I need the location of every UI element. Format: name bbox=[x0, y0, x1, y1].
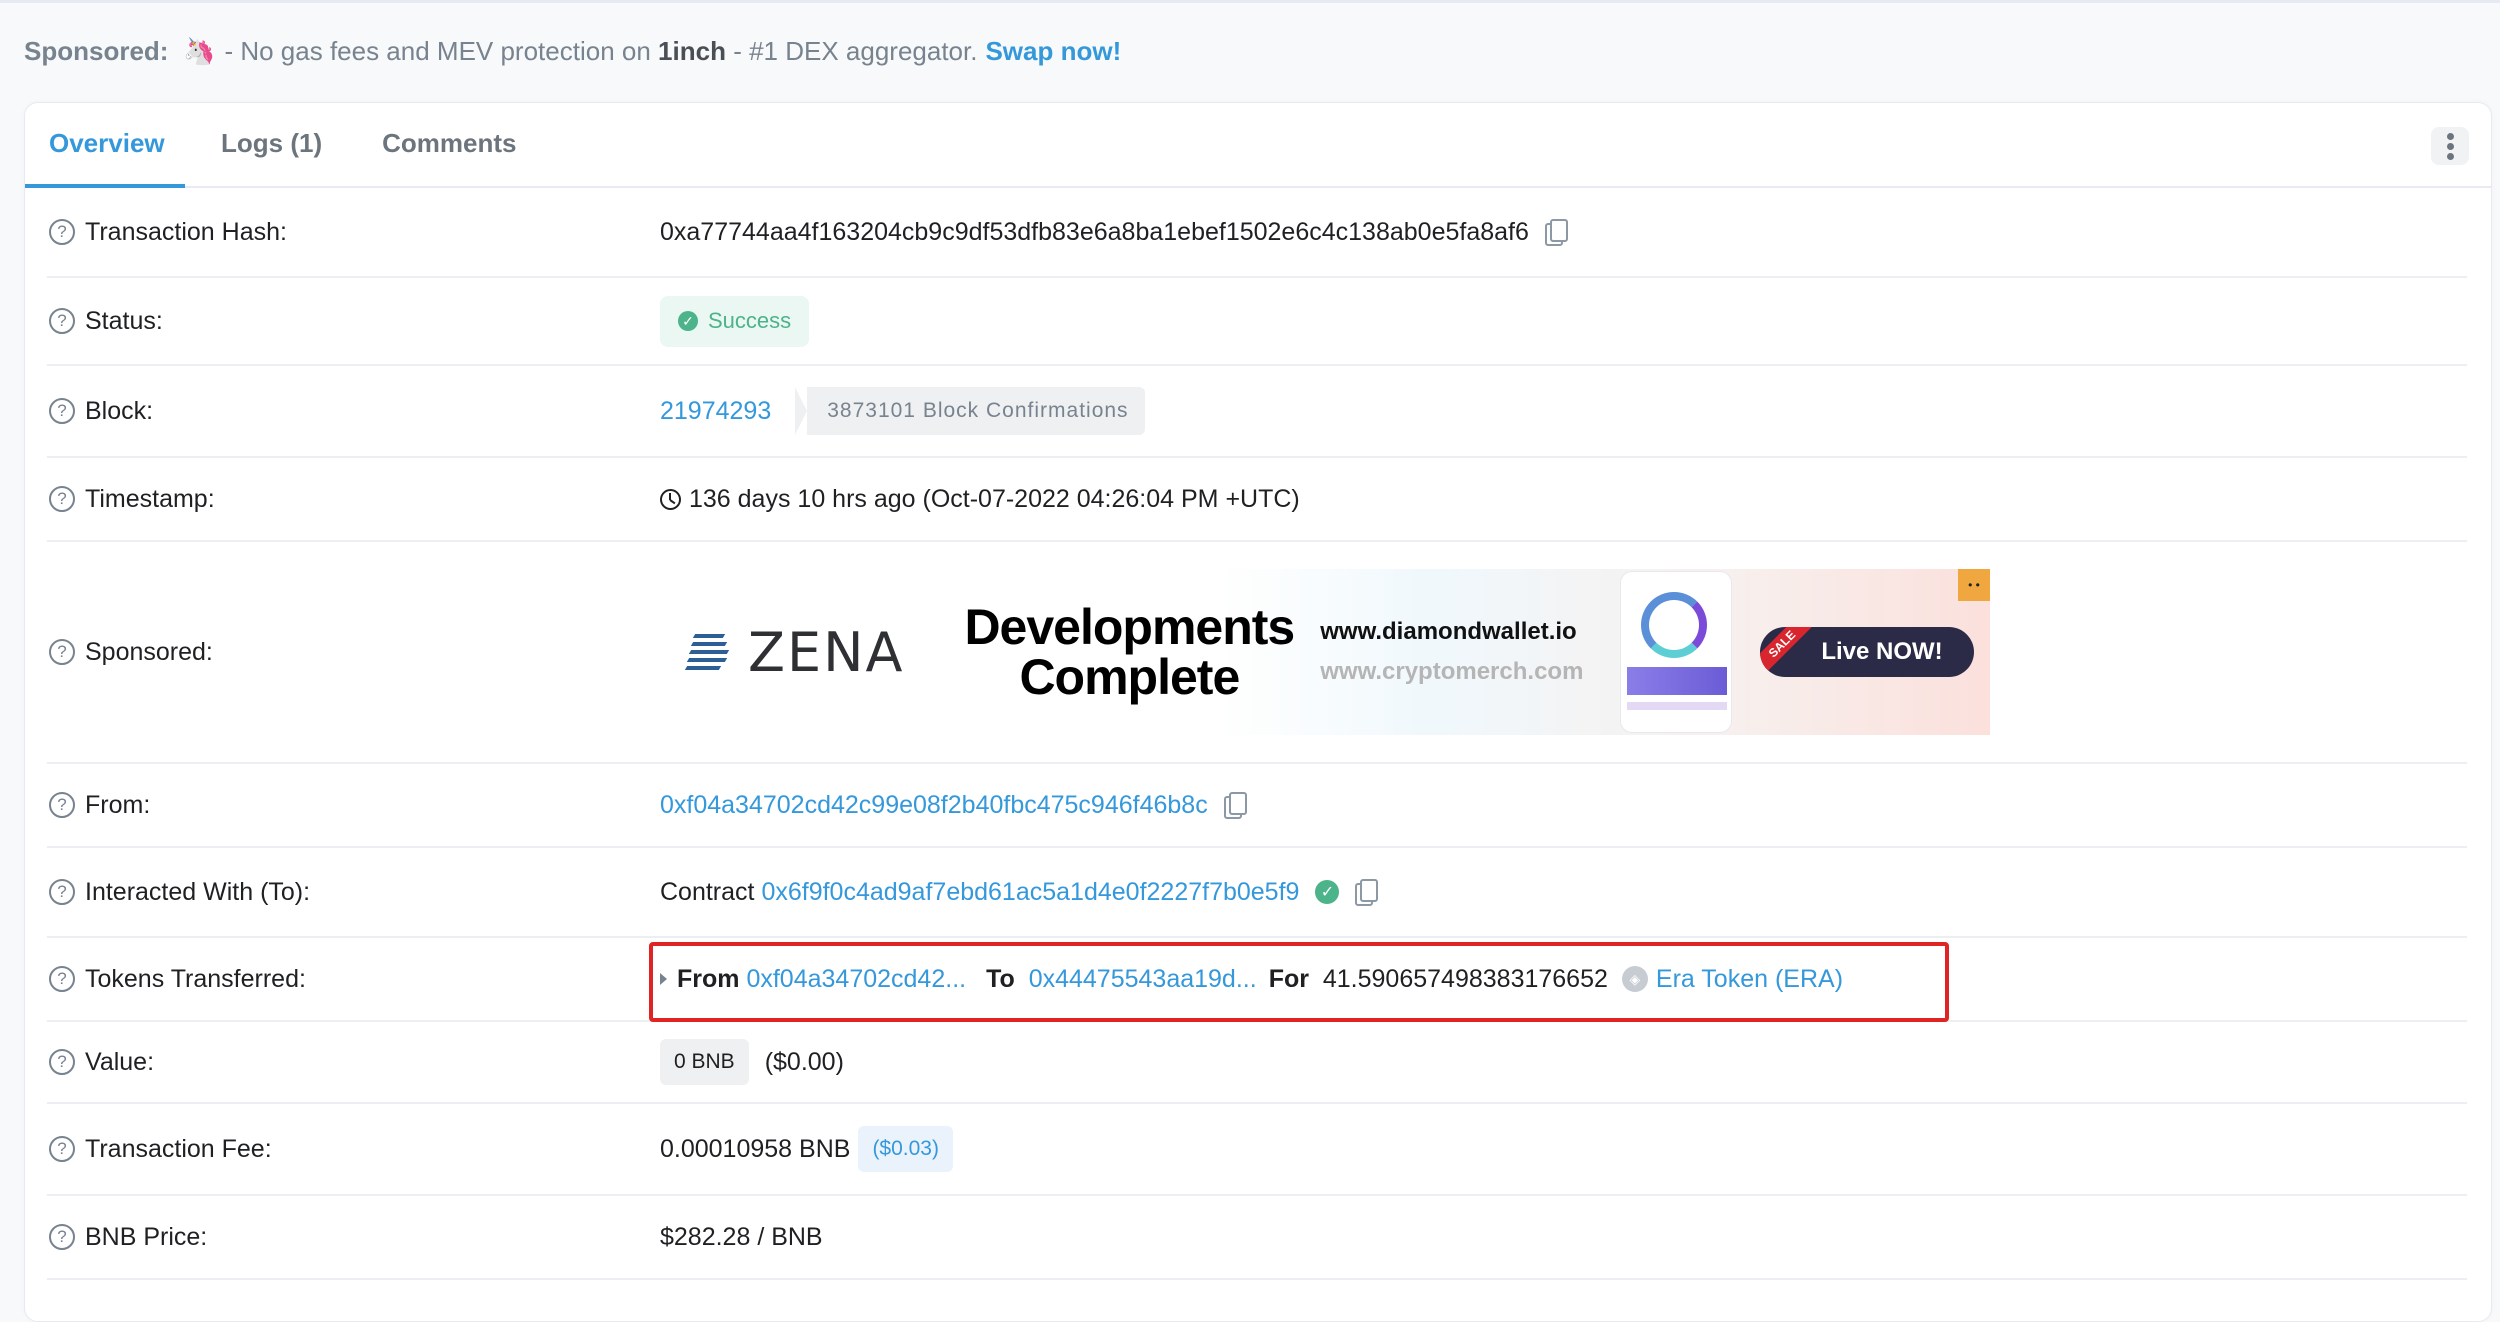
top-divider bbox=[0, 0, 2500, 3]
unicorn-icon: 🦄 bbox=[183, 35, 216, 66]
timestamp-value: 136 days 10 hrs ago (Oct-07-2022 04:26:0… bbox=[689, 484, 1300, 513]
sponsored-text-post: - #1 DEX aggregator. bbox=[733, 35, 978, 66]
label-text: Status: bbox=[85, 306, 163, 335]
verified-check-icon: ✓ bbox=[1315, 880, 1340, 904]
owl-icon: • • bbox=[1958, 569, 1990, 601]
help-icon[interactable]: ? bbox=[49, 879, 75, 905]
help-icon[interactable]: ? bbox=[49, 398, 75, 424]
label-text: Sponsored: bbox=[85, 637, 213, 666]
label-text: Transaction Fee: bbox=[85, 1134, 272, 1163]
clock-icon bbox=[660, 488, 681, 510]
contract-prefix: Contract bbox=[660, 877, 755, 906]
row-tokens-transferred: ? Tokens Transferred: From 0xf04a34702cd4… bbox=[47, 938, 2467, 1022]
help-icon[interactable]: ? bbox=[49, 219, 75, 245]
help-icon[interactable]: ? bbox=[49, 1224, 75, 1250]
sponsored-brand: 1inch bbox=[658, 35, 726, 66]
block-number-link[interactable]: 21974293 bbox=[660, 397, 771, 426]
zena-mark-icon bbox=[684, 632, 740, 672]
tab-overview[interactable]: Overview bbox=[25, 101, 185, 188]
swap-now-link[interactable]: Swap now! bbox=[985, 36, 1121, 67]
fee-amount: 0.00010958 BNB bbox=[660, 1134, 851, 1163]
label-text: BNB Price: bbox=[85, 1222, 208, 1251]
sale-tag: SALE bbox=[1760, 627, 1813, 675]
ad-live-now-button[interactable]: SALE Live NOW! bbox=[1760, 627, 1974, 677]
tab-bar: Overview Logs (1) Comments bbox=[25, 103, 2491, 188]
ad-url-cryptomerch: www.cryptomerch.com bbox=[1320, 658, 1584, 685]
ellipsis-dot bbox=[2446, 142, 2454, 150]
bnb-price-value: $282.28 / BNB bbox=[660, 1222, 823, 1251]
block-confirmations-badge: 3873101 Block Confirmations bbox=[795, 387, 1145, 435]
ellipsis-dot bbox=[2446, 152, 2454, 160]
sponsored-label: Sponsored: bbox=[24, 35, 169, 66]
tab-logs[interactable]: Logs (1) bbox=[185, 101, 346, 186]
help-icon[interactable]: ? bbox=[49, 792, 75, 818]
transaction-card: Overview Logs (1) Comments ? Transaction … bbox=[24, 102, 2492, 1322]
sponsored-banner: Sponsored: 🦄 - No gas fees and MEV prote… bbox=[24, 33, 1121, 69]
more-options-button[interactable] bbox=[2431, 127, 2469, 165]
ad-headline-line2: Complete bbox=[1019, 649, 1240, 705]
contract-address-link[interactable]: 0x6f9f0c4ad9af7ebd61ac5a1d4e0f2227f7b0e5… bbox=[761, 878, 1299, 907]
row-block: ? Block: 21974293 3873101 Block Confirmat… bbox=[47, 366, 2467, 458]
ad-headline-line1: Developments bbox=[964, 599, 1295, 655]
help-icon[interactable]: ? bbox=[49, 1136, 75, 1162]
status-badge: ✓ Success bbox=[660, 295, 810, 347]
row-bnb-price: ? BNB Price: $282.28 / BNB bbox=[47, 1196, 2467, 1280]
row-transaction-fee: ? Transaction Fee: 0.00010958 BNB ($0.03) bbox=[47, 1104, 2467, 1196]
zena-logo: ZENA bbox=[684, 620, 905, 684]
row-from: ? From: 0xf04a34702cd42c99e08f2b40fbc475c… bbox=[47, 764, 2467, 848]
status-text: Success bbox=[708, 308, 792, 333]
label-text: Value: bbox=[85, 1047, 155, 1076]
label-text: Tokens Transferred: bbox=[85, 964, 306, 993]
transaction-hash-value: 0xa77744aa4f163204cb9c9df53dfb83e6a8ba1e… bbox=[660, 217, 1529, 246]
row-value: ? Value: 0 BNB ($0.00) bbox=[47, 1022, 2467, 1104]
copy-icon[interactable] bbox=[1544, 219, 1568, 246]
ad-url-diamondwallet: www.diamondwallet.io bbox=[1320, 618, 1577, 645]
copy-icon[interactable] bbox=[1355, 879, 1379, 906]
sponsored-text-pre: - No gas fees and MEV protection on bbox=[224, 35, 651, 66]
from-address-link[interactable]: 0xf04a34702cd42c99e08f2b40fbc475c946f46b… bbox=[660, 791, 1208, 820]
row-interacted-with: ? Interacted With (To): Contract 0x6f9f0c… bbox=[47, 848, 2467, 938]
fee-usd-badge: ($0.03) bbox=[858, 1126, 953, 1172]
help-icon[interactable]: ? bbox=[49, 639, 75, 665]
sponsored-ad-banner[interactable]: ZENA Developments Complete www.diamondwa… bbox=[660, 569, 1990, 735]
phone-mockup-image bbox=[1620, 571, 1732, 733]
row-status: ? Status: ✓ Success bbox=[47, 278, 2467, 366]
zena-brand: ZENA bbox=[748, 620, 905, 684]
row-timestamp: ? Timestamp: 136 days 10 hrs ago (Oct-07-… bbox=[47, 458, 2467, 542]
ad-cta-text: Live NOW! bbox=[1821, 638, 1943, 665]
value-usd: ($0.00) bbox=[764, 1047, 844, 1076]
label-text: Block: bbox=[85, 396, 154, 425]
label-text: Timestamp: bbox=[85, 484, 215, 513]
tab-comments[interactable]: Comments bbox=[346, 101, 540, 186]
vertical-ellipsis-icon bbox=[2446, 132, 2454, 140]
help-icon[interactable]: ? bbox=[49, 1049, 75, 1075]
help-icon[interactable]: ? bbox=[49, 486, 75, 512]
label-text: Transaction Hash: bbox=[85, 217, 287, 246]
ad-urls: www.diamondwallet.io www.cryptomerch.com bbox=[1320, 612, 1583, 692]
ad-headline: Developments Complete bbox=[964, 599, 1295, 705]
highlight-box bbox=[649, 942, 1949, 1022]
help-icon[interactable]: ? bbox=[49, 966, 75, 992]
label-text: From: bbox=[85, 790, 151, 819]
help-icon[interactable]: ? bbox=[49, 308, 75, 334]
label-text: Interacted With (To): bbox=[85, 877, 311, 906]
copy-icon[interactable] bbox=[1223, 792, 1247, 819]
row-sponsored: ? Sponsored: ZENA Developments Complete … bbox=[47, 542, 2467, 764]
row-transaction-hash: ? Transaction Hash: 0xa77744aa4f163204cb9… bbox=[47, 188, 2467, 278]
details-list: ? Transaction Hash: 0xa77744aa4f163204cb9… bbox=[47, 188, 2467, 1280]
value-amount-badge: 0 BNB bbox=[660, 1039, 749, 1085]
check-circle-icon: ✓ bbox=[678, 311, 698, 331]
